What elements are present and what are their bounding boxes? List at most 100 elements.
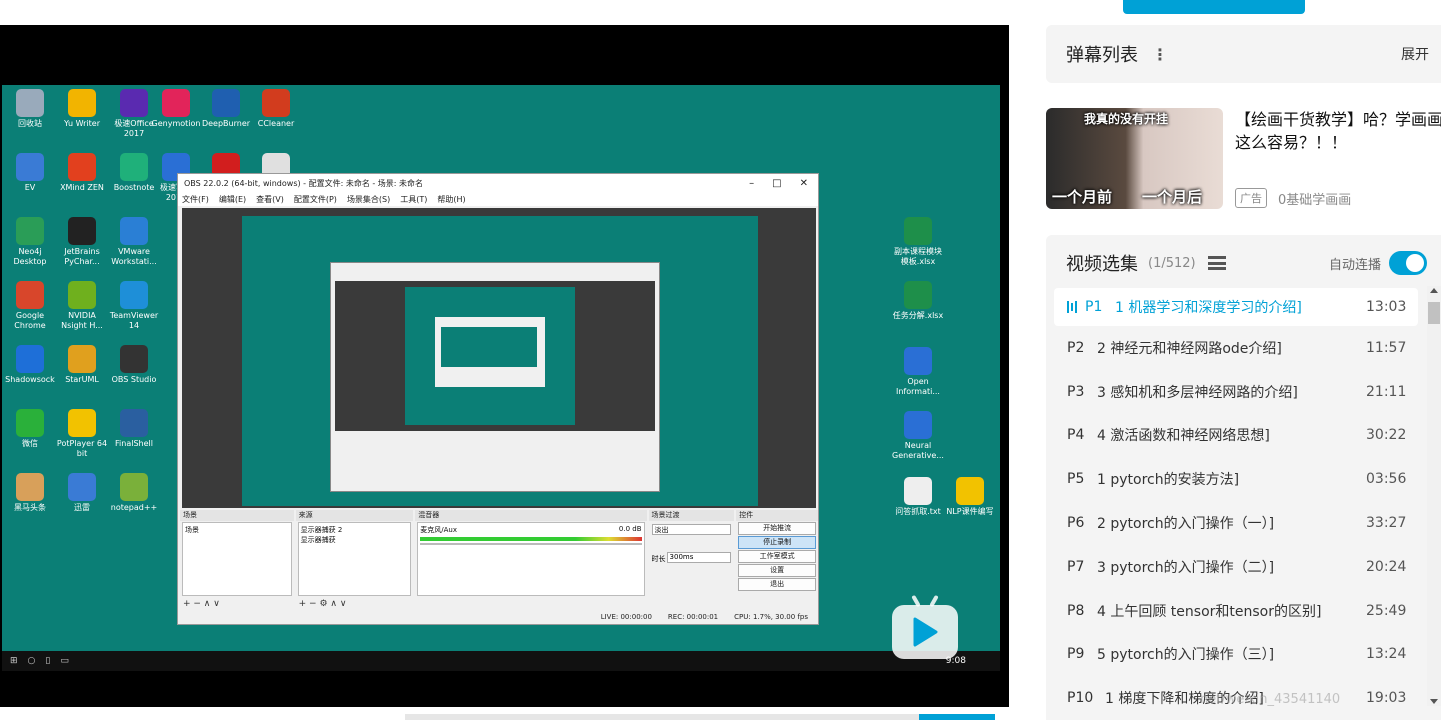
app-icon [16, 89, 44, 117]
maximize-icon: □ [772, 177, 782, 189]
desktop-file-icon: Open Informati... [890, 347, 946, 397]
episode-duration: 13:03 [1366, 299, 1407, 315]
desktop-file-icon: 问答抓取.txt [890, 477, 946, 517]
app-icon [16, 281, 44, 309]
playlist-scrollbar[interactable] [1427, 286, 1441, 706]
desktop-icon: VMware Workstati... [106, 217, 162, 267]
obs-menubar: 文件(F) 编辑(E) 查看(V) 配置文件(P) 场景集合(S) 工具(T) … [178, 192, 818, 206]
desktop-icon: TeamViewer 14 [106, 281, 162, 331]
episode-number: P10 [1067, 690, 1094, 707]
desktop-icon-label: 任务分解.xlsx [892, 311, 944, 320]
episode-item[interactable]: P4 4 激活函数和神经网络思想] 30:22 [1054, 414, 1418, 458]
play-button[interactable] [892, 605, 958, 659]
recursive-preview [242, 216, 758, 506]
obs-window: OBS 22.0.2 (64-bit, windows) - 配置文件: 未命名… [177, 173, 819, 625]
scroll-up-icon[interactable] [1430, 288, 1438, 293]
desktop-file-icon: Neural Generative... [890, 411, 946, 461]
episode-item[interactable]: P7 3 pytorch的入门操作（二）] 20:24 [1054, 545, 1418, 589]
dock-controls: + − ∧ ∨ [183, 599, 220, 609]
scroll-down-icon[interactable] [1430, 699, 1438, 704]
episode-duration: 03:56 [1366, 471, 1407, 488]
follow-button[interactable] [1123, 0, 1305, 14]
desktop-icon-label: Neural Generative... [892, 441, 944, 460]
thumb-caption-left: 一个月前 [1052, 188, 1113, 206]
desktop-icon: 微信 [2, 409, 58, 449]
live-status: LIVE: 00:00:00 [600, 613, 652, 621]
obs-statusbar: LIVE: 00:00:00 REC: 00:00:01 CPU: 1.7%, … [178, 610, 818, 624]
desktop-icon-label: notepad++ [110, 503, 158, 512]
search-icon: ○ [27, 656, 36, 666]
desktop-file-icon: 副本课程模块 模板.xlsx [890, 217, 946, 267]
desktop-icon-label: XMind ZEN [60, 183, 104, 192]
close-icon: ✕ [799, 177, 808, 189]
desktop-icon: DeepBurner [198, 89, 254, 129]
windows-start-icon: ⊞ [10, 656, 18, 666]
episode-number: P1 [1085, 299, 1103, 315]
ad-source[interactable]: 0基础学画画 [1278, 189, 1351, 208]
episode-item[interactable]: P5 1 pytorch的安装方法] 03:56 [1054, 457, 1418, 501]
episode-item[interactable]: P3 3 感知机和多层神经网路的介绍] 21:11 [1054, 370, 1418, 414]
autoplay-toggle[interactable] [1389, 251, 1427, 275]
expand-button[interactable]: 展开 [1401, 44, 1429, 64]
episode-number: P9 [1067, 646, 1085, 663]
app-icon [68, 153, 96, 181]
episode-duration: 11:57 [1366, 339, 1407, 356]
desktop-icon-label: DeepBurner [201, 119, 251, 128]
watermark: net/weixin_43541140 [1200, 692, 1341, 707]
episode-title: 4 激活函数和神经网络思想] [1097, 428, 1270, 445]
bottom-input-bar[interactable] [405, 714, 995, 720]
scene-item: 场景 [185, 526, 199, 534]
scrollbar-thumb[interactable] [1428, 302, 1440, 324]
episode-item[interactable]: P6 2 pytorch的入门操作（一）] 33:27 [1054, 501, 1418, 545]
episode-duration: 25:49 [1366, 602, 1407, 619]
episode-title: 5 pytorch的入门操作（三）] [1097, 647, 1275, 664]
episode-item[interactable]: P9 5 pytorch的入门操作（三）] 13:24 [1054, 633, 1418, 677]
app-icon [16, 473, 44, 501]
desktop-icon: Neo4j Desktop [2, 217, 58, 267]
desktop-icon: FinalShell [106, 409, 162, 449]
duration-label: 时长 [651, 555, 666, 563]
controls-dock: 控件 开始推流 停止录制 工作室模式 设置 退出 [736, 510, 818, 610]
obs-menu-item: 文件(F) [182, 194, 209, 204]
desktop-icon-label: Shadowsock [5, 375, 55, 384]
desktop-icon: StarUML [54, 345, 110, 385]
ad-card[interactable]: 我真的没有开挂 一个月前 一个月后 【绘画干货教学】哈？学画画这么容易？！！ 广… [1046, 108, 1441, 210]
app-icon [212, 89, 240, 117]
desktop-icon: OBS Studio [106, 345, 162, 385]
episode-item[interactable]: P2 2 神经元和神经网路ode介绍] 11:57 [1054, 326, 1418, 370]
desktop-icon-label: VMware Workstati... [111, 247, 157, 266]
ad-thumbnail[interactable]: 我真的没有开挂 一个月前 一个月后 [1046, 108, 1223, 209]
desktop-icon-label: Yu Writer [64, 119, 100, 128]
episode-duration: 21:11 [1366, 383, 1407, 400]
settings-button: 设置 [738, 564, 816, 577]
episode-item[interactable]: P8 4 上午回顾 tensor和tensor的区别] 25:49 [1054, 589, 1418, 633]
episode-duration: 30:22 [1366, 427, 1407, 444]
desktop-icon-label: 回收站 [18, 119, 42, 128]
source-item: 显示器捕获 [300, 536, 336, 544]
episode-duration: 33:27 [1366, 515, 1407, 532]
ad-title[interactable]: 【绘画干货教学】哈？学画画这么容易？！！ [1235, 108, 1441, 154]
file-icon [956, 477, 984, 505]
thumb-caption-top: 我真的没有开挂 [1084, 112, 1169, 126]
sources-dock: 来源 显示器捕获 2 显示器捕获 + − ⚙ ∧ ∨ [295, 510, 414, 610]
list-icon[interactable] [1207, 256, 1226, 270]
more-icon[interactable]: ⋮ [1152, 45, 1168, 64]
mixer-panel: 麦克风/Aux 0.0 dB [417, 522, 645, 596]
danmaku-list-header[interactable]: 弹幕列表 ⋮ 展开 [1046, 25, 1441, 83]
desktop-icon: NVIDIA Nsight H... [54, 281, 110, 331]
episode-title: 3 感知机和多层神经网路的介绍] [1097, 384, 1298, 401]
episode-number: P4 [1067, 427, 1085, 444]
dock-title: 场景 [180, 510, 294, 521]
volume-meter [420, 537, 642, 541]
app-icon [120, 409, 148, 437]
episode-item[interactable]: P1 1 机器学习和深度学习的介绍] 13:03 [1054, 288, 1418, 326]
scenes-list: 场景 [182, 522, 292, 596]
studio-mode-button: 工作室模式 [738, 550, 816, 563]
app-icon [162, 89, 190, 117]
desktop-file-icon: 任务分解.xlsx [890, 281, 946, 321]
desktop-icon: notepad++ [106, 473, 162, 513]
desktop-icon-label: Neo4j Desktop [13, 247, 47, 266]
duration-input: 300ms [666, 552, 732, 563]
video-player[interactable]: 回收站 EV Neo4j Desktop Google Chrome Shadowsoc… [0, 25, 1009, 707]
desktop-icon: 黑马头条 [2, 473, 58, 513]
